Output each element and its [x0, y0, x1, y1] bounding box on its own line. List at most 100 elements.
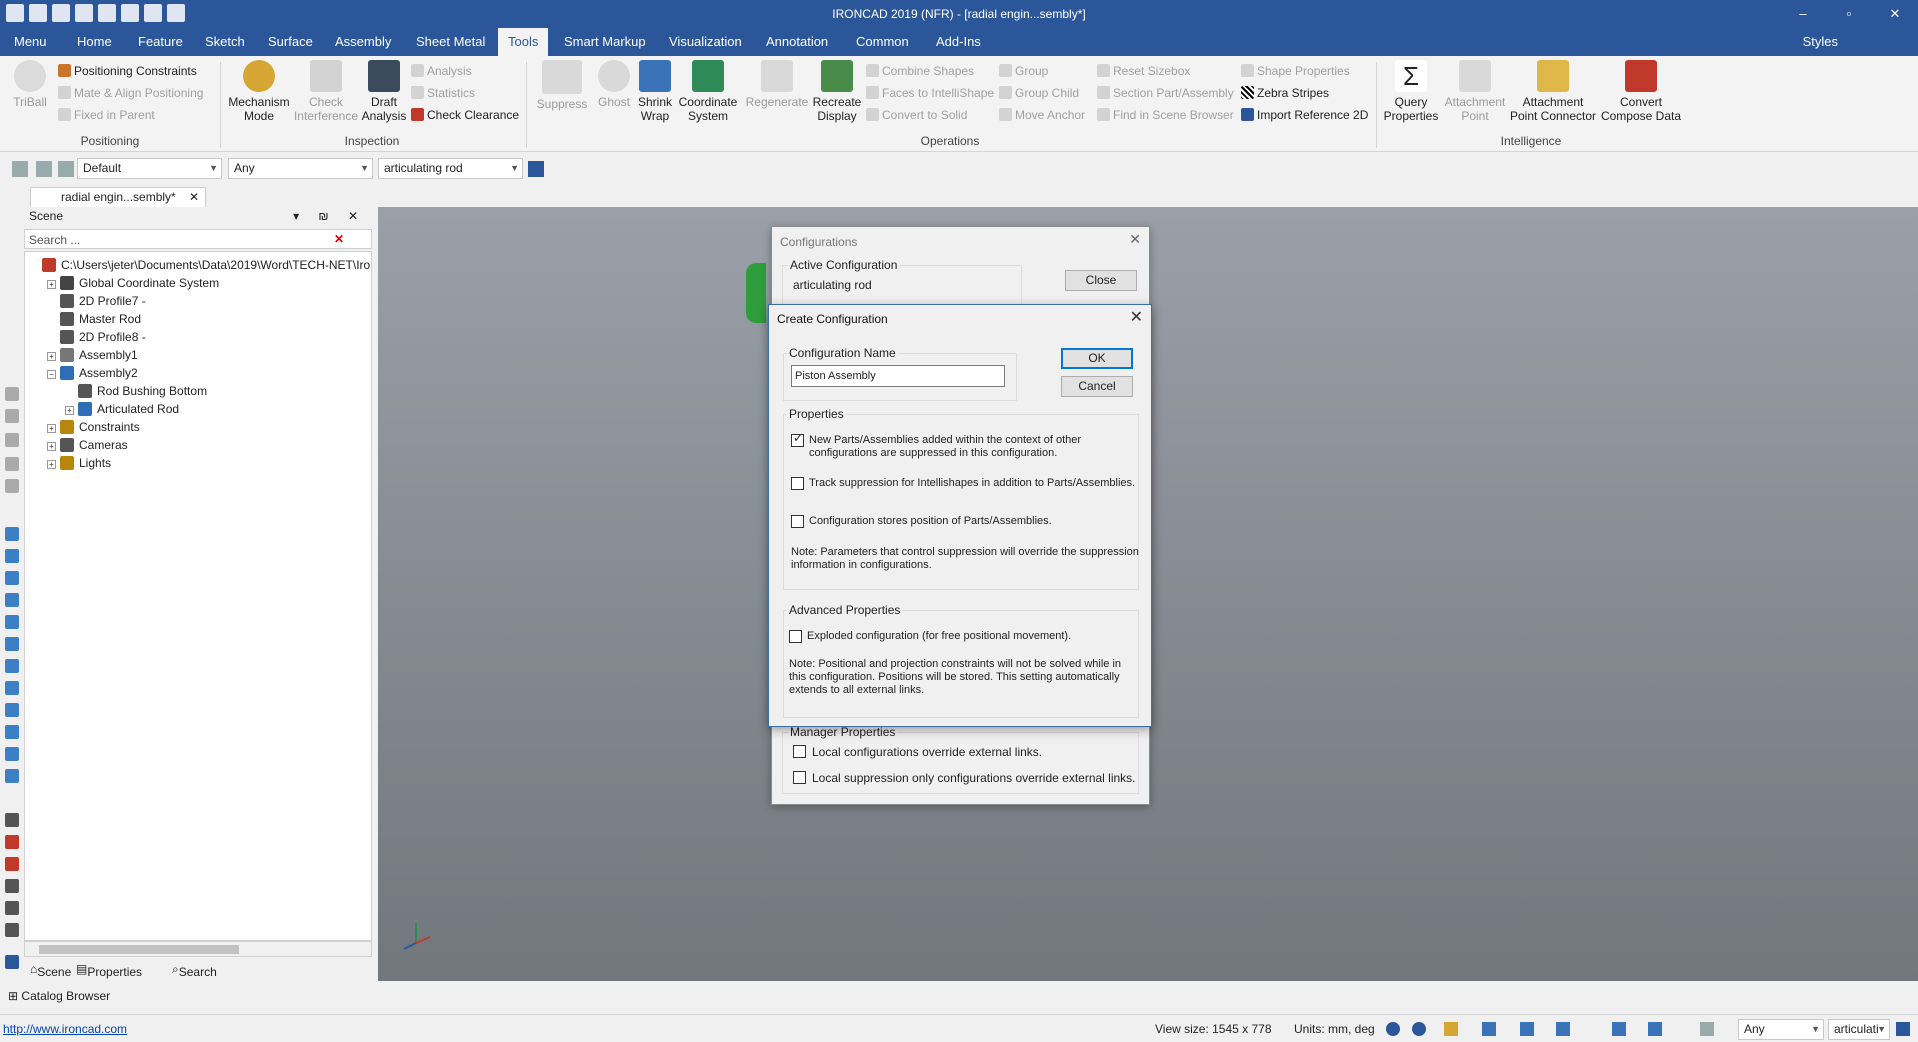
tab-assembly[interactable]: Assembly	[325, 28, 401, 56]
tab-surface[interactable]: Surface	[258, 28, 323, 56]
tab-visualization[interactable]: Visualization	[659, 28, 752, 56]
tab-smart-markup[interactable]: Smart Markup	[554, 28, 656, 56]
configuration-name-input[interactable]: Piston Assembly	[791, 365, 1005, 387]
attachment-point-connector-button[interactable]: Attachment Point Connector	[1508, 60, 1598, 123]
tool-icon[interactable]	[5, 409, 19, 423]
shape-icon[interactable]	[5, 593, 19, 607]
zoom-icon[interactable]	[1386, 1022, 1400, 1036]
tab-menu[interactable]: Menu	[4, 28, 57, 56]
tab-home[interactable]: Home	[67, 28, 122, 56]
triball-button[interactable]: TriBall	[8, 60, 52, 109]
shape-icon[interactable]	[5, 615, 19, 629]
convert-to-solid-button[interactable]: Convert to Solid	[866, 106, 967, 124]
restore-button[interactable]: ▫	[1826, 0, 1872, 28]
configurations-close-icon[interactable]: ✕	[1129, 231, 1141, 248]
check-interference-button[interactable]: Check Interference	[290, 60, 362, 123]
tree-node[interactable]: + Assembly1	[47, 346, 138, 364]
shape-icon[interactable]	[5, 527, 19, 541]
tab-scene[interactable]: ⌂ Scene	[30, 962, 71, 979]
tab-tools[interactable]: Tools	[498, 28, 549, 56]
configuration-combo[interactable]: articulating rod ▼	[378, 158, 523, 179]
cancel-button[interactable]: Cancel	[1061, 376, 1133, 397]
attachment-point-button[interactable]: Attachment Point	[1442, 60, 1508, 123]
convert-compose-data-button[interactable]: Convert Compose Data	[1598, 60, 1684, 123]
tab-search[interactable]: ⌕ Search	[172, 962, 217, 979]
styles-menu[interactable]: Styles	[1803, 28, 1838, 56]
query-properties-button[interactable]: Σ Query Properties	[1382, 60, 1440, 123]
track-suppression-checkbox[interactable]: Track suppression for Intellishapes in a…	[791, 477, 1135, 491]
style-combo[interactable]: Default ▼	[77, 158, 222, 179]
view-icon[interactable]	[1520, 1022, 1534, 1036]
catalog-browser-bar[interactable]: ⊞ Catalog Browser	[0, 984, 1918, 1008]
ok-button[interactable]: OK	[1061, 348, 1133, 369]
shape-properties-button[interactable]: Shape Properties	[1241, 62, 1350, 80]
status-filter-combo[interactable]: Any ▼	[1738, 1019, 1824, 1040]
shape-icon[interactable]	[5, 637, 19, 651]
zebra-stripes-button[interactable]: Zebra Stripes	[1241, 84, 1329, 102]
configuration-manager-icon[interactable]	[528, 161, 544, 177]
expander-icon[interactable]: +	[47, 442, 56, 451]
tool-icon[interactable]	[5, 923, 19, 937]
check-clearance-button[interactable]: Check Clearance	[411, 106, 519, 124]
tool-icon[interactable]	[5, 433, 19, 447]
pick-icon[interactable]	[58, 161, 74, 177]
coordinate-system-button[interactable]: Coordinate System	[676, 60, 740, 123]
positioning-constraints-button[interactable]: Positioning Constraints	[58, 62, 197, 80]
new-parts-suppressed-checkbox[interactable]: New Parts/Assemblies added within the co…	[791, 432, 1131, 462]
shape-icon[interactable]	[5, 725, 19, 739]
tool-icon[interactable]	[5, 955, 19, 969]
tool-icon[interactable]	[5, 387, 19, 401]
tool-icon[interactable]	[5, 479, 19, 493]
ironcad-link[interactable]: http://www.ironcad.com	[3, 1015, 127, 1042]
tree-node[interactable]: Rod Bushing Bottom	[65, 382, 207, 400]
shape-icon[interactable]	[5, 703, 19, 717]
local-override-checkbox[interactable]: Local configurations override external l…	[793, 745, 1042, 759]
document-tab[interactable]: radial engin...sembly* ✕	[30, 187, 206, 207]
close-window-button[interactable]: ✕	[1872, 0, 1918, 28]
stores-position-checkbox[interactable]: Configuration stores position of Parts/A…	[791, 515, 1131, 529]
tree-node[interactable]: 2D Profile8 -	[47, 328, 146, 346]
analysis-button[interactable]: Analysis	[411, 62, 472, 80]
tab-common[interactable]: Common	[846, 28, 919, 56]
status-config-combo[interactable]: articulati ▼	[1828, 1019, 1890, 1040]
tool-icon[interactable]	[5, 835, 19, 849]
tree-node[interactable]: + Lights	[47, 454, 111, 472]
shape-icon[interactable]	[5, 769, 19, 783]
tab-properties[interactable]: ▤ Properties	[76, 962, 142, 979]
group-button[interactable]: Group	[999, 62, 1048, 80]
reset-sizebox-button[interactable]: Reset Sizebox	[1097, 62, 1190, 80]
tool-icon[interactable]	[5, 457, 19, 471]
import-reference-button[interactable]: Import Reference 2D	[1241, 106, 1368, 124]
shape-icon[interactable]	[5, 681, 19, 695]
shape-icon[interactable]	[5, 747, 19, 761]
tree-node[interactable]: C:\Users\jeter\Documents\Data\2019\Word\…	[29, 256, 371, 274]
fixed-in-parent-button[interactable]: Fixed in Parent	[58, 106, 155, 124]
scene-tree[interactable]: C:\Users\jeter\Documents\Data\2019\Word\…	[24, 251, 372, 941]
tool-icon[interactable]	[5, 901, 19, 915]
shape-icon[interactable]	[5, 659, 19, 673]
tree-node[interactable]: + Cameras	[47, 436, 128, 454]
view-icon[interactable]	[1612, 1022, 1626, 1036]
faces-to-intellishape-button[interactable]: Faces to IntelliShape	[866, 84, 994, 102]
view-icon[interactable]	[1556, 1022, 1570, 1036]
mate-align-button[interactable]: Mate & Align Positioning	[58, 84, 203, 102]
tree-node[interactable]: + Constraints	[47, 418, 140, 436]
filter-combo[interactable]: Any ▼	[228, 158, 373, 179]
select-icon[interactable]	[12, 161, 28, 177]
combine-shapes-button[interactable]: Combine Shapes	[866, 62, 974, 80]
tree-node[interactable]: − Assembly2	[47, 364, 138, 382]
tab-feature[interactable]: Feature	[128, 28, 193, 56]
recreate-display-button[interactable]: Recreate Display	[811, 60, 863, 123]
tab-sheet-metal[interactable]: Sheet Metal	[406, 28, 495, 56]
tab-annotation[interactable]: Annotation	[756, 28, 838, 56]
expander-icon[interactable]: +	[47, 352, 56, 361]
shape-icon[interactable]	[5, 571, 19, 585]
pointer-icon[interactable]	[36, 161, 52, 177]
tree-node[interactable]: 2D Profile7 -	[47, 292, 146, 310]
pointer-icon[interactable]	[1700, 1022, 1714, 1036]
shape-icon[interactable]	[5, 549, 19, 563]
draft-analysis-button[interactable]: Draft Analysis	[360, 60, 408, 123]
create-close-icon[interactable]: ✕	[1130, 307, 1143, 327]
expander-icon[interactable]: +	[47, 424, 56, 433]
tree-node[interactable]: + Global Coordinate System	[47, 274, 219, 292]
